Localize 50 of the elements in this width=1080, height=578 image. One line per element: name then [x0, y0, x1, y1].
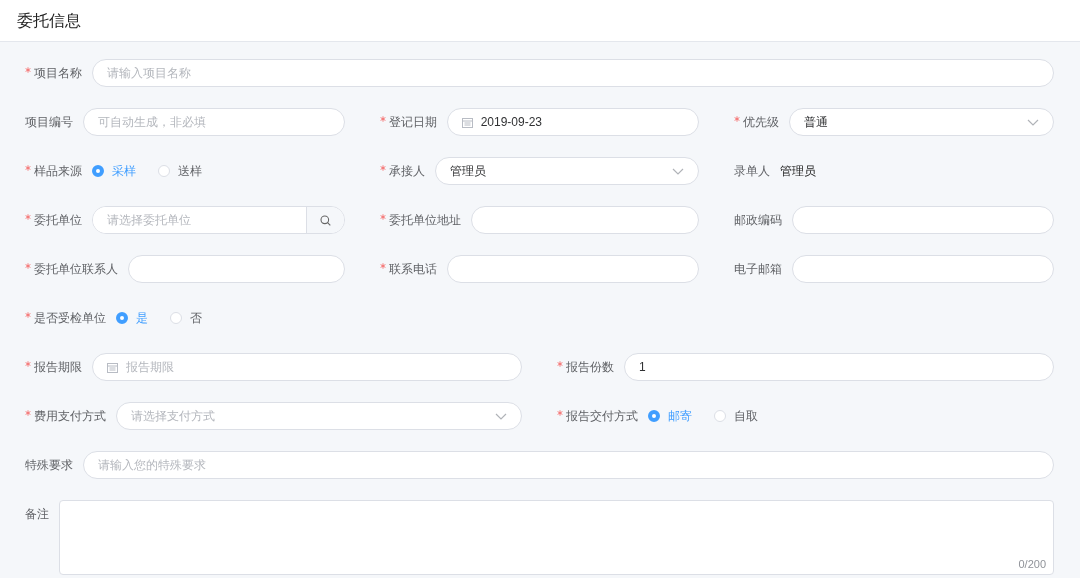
text-field[interactable]: 可自动生成，非必填	[83, 108, 345, 136]
radio-option[interactable]: 自取	[714, 407, 758, 425]
calendar-icon	[461, 116, 473, 128]
search-button[interactable]	[305, 207, 344, 233]
field-label: 承接人	[388, 163, 425, 178]
field-label: 报告期限	[34, 359, 82, 374]
field-label: 特殊要求	[25, 457, 73, 472]
field-label: 联系电话	[388, 261, 437, 276]
text-field[interactable]	[792, 255, 1054, 283]
text-field[interactable]: 请输入您的特殊要求	[83, 451, 1054, 479]
select-field[interactable]: 管理员	[434, 157, 700, 185]
text-field[interactable]	[446, 255, 700, 283]
date-field[interactable]: 2019-09-23	[446, 108, 700, 136]
text-field[interactable]: 请输入项目名称	[92, 59, 1054, 87]
radio-icon[interactable]	[92, 165, 104, 177]
field-label: 委托单位联系人	[34, 261, 118, 276]
field-label: 电子邮箱	[734, 261, 783, 276]
field-label: 备注	[25, 507, 49, 521]
text-field[interactable]: 1	[624, 353, 1054, 381]
notes-field[interactable]	[59, 500, 1054, 575]
radio-option[interactable]: 送样	[158, 162, 202, 180]
field-label: 样品来源	[34, 163, 82, 178]
chevron-down-icon	[1027, 118, 1039, 126]
field-label: 费用支付方式	[34, 408, 106, 423]
text-field[interactable]	[792, 206, 1054, 234]
field-label: 是否受检单位	[34, 310, 106, 325]
search-icon	[319, 214, 331, 226]
field-label: 登记日期	[388, 114, 437, 129]
select-field[interactable]: 普通	[789, 108, 1054, 136]
field-value: 管理员	[780, 162, 817, 180]
field-label: 报告交付方式	[566, 408, 638, 423]
field-label: 委托单位地址	[388, 212, 461, 227]
radio-icon[interactable]	[116, 312, 128, 324]
field-label: 报告份数	[566, 359, 614, 374]
field-label: 邮政编码	[734, 212, 783, 227]
field-label: 委托单位	[34, 212, 82, 227]
field-label: 项目名称	[34, 65, 82, 80]
chevron-down-icon	[672, 167, 685, 175]
text-field[interactable]	[128, 255, 345, 283]
calendar-icon	[107, 361, 118, 373]
search-field[interactable]: 请选择委托单位	[92, 206, 345, 234]
radio-icon[interactable]	[648, 410, 660, 422]
radio-option[interactable]: 否	[170, 309, 202, 327]
chevron-down-icon	[495, 412, 507, 420]
field-label: 优先级	[743, 114, 780, 129]
field-label: 项目编号	[25, 114, 73, 129]
field-label: 录单人	[734, 163, 771, 178]
text-field[interactable]	[470, 206, 700, 234]
form-title: 委托信息	[17, 11, 81, 31]
character-counter: 0/200	[1018, 558, 1046, 570]
